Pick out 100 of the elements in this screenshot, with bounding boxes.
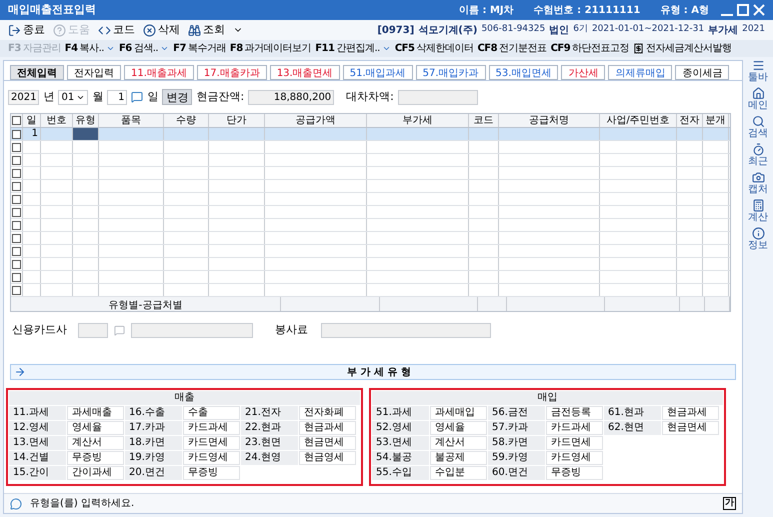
type-name[interactable]: 카드과세	[183, 421, 240, 435]
tab[interactable]: 전자입력	[67, 65, 121, 80]
checkbox[interactable]	[12, 260, 21, 268]
type-code[interactable]: 24.현영	[241, 451, 298, 465]
type-code[interactable]: 60.면건	[488, 466, 545, 480]
tab[interactable]: 17.매출카과	[196, 65, 267, 80]
checkbox[interactable]	[12, 182, 21, 190]
sidebar-button[interactable]: 계산	[748, 199, 768, 223]
input-mode-button[interactable]: 가	[723, 497, 736, 510]
type-name[interactable]: 카드영세	[183, 451, 240, 465]
tab[interactable]: 가산세	[561, 65, 606, 80]
tab[interactable]: 11.매출과세	[124, 65, 194, 80]
type-code[interactable]: 54.불공	[372, 451, 429, 465]
checkbox[interactable]	[12, 168, 21, 178]
type-name[interactable]: 계산서	[430, 436, 487, 450]
type-code[interactable]: 62.현면	[604, 421, 661, 435]
day-field[interactable]: 1	[107, 90, 128, 104]
type-code[interactable]: 11.과세	[9, 406, 66, 420]
service-fee-field[interactable]	[321, 322, 491, 338]
type-code[interactable]: 20.면건	[125, 466, 182, 480]
type-code[interactable]: 15.간이	[9, 466, 66, 480]
type-code[interactable]: 61.현과	[604, 406, 661, 420]
checkbox[interactable]	[12, 116, 21, 125]
tab[interactable]: 57.매입카과	[416, 65, 486, 80]
type-code[interactable]: 17.카과	[125, 421, 182, 435]
function-key-button[interactable]: CF9 하단전표고정	[550, 41, 630, 56]
function-key-button[interactable]: 전자세금계산서발행	[633, 41, 732, 56]
type-name[interactable]: 불공제	[430, 451, 487, 465]
type-name[interactable]: 전자화폐	[299, 406, 356, 420]
checkbox[interactable]	[12, 156, 21, 164]
table-row[interactable]: 1	[11, 128, 730, 141]
sidebar-button[interactable]: 최근	[748, 143, 768, 167]
function-key-button[interactable]: F11 간편집계..	[315, 41, 391, 56]
function-key-button[interactable]: F4 복사..	[64, 41, 115, 56]
sidebar-button[interactable]: 메인	[748, 87, 768, 111]
type-code[interactable]: 23.현면	[241, 436, 298, 450]
type-name[interactable]: 카드영세	[546, 451, 603, 465]
sidebar-button[interactable]: 캡처	[748, 171, 768, 195]
type-name[interactable]: 현금과세	[299, 421, 356, 435]
card-code-field[interactable]	[78, 322, 108, 338]
close-icon[interactable]	[753, 4, 765, 16]
type-name[interactable]: 계산서	[67, 436, 124, 450]
type-code[interactable]: 55.수입	[372, 466, 429, 480]
type-code[interactable]: 51.과세	[372, 406, 429, 420]
type-code[interactable]: 12.영세	[9, 421, 66, 435]
change-button[interactable]: 변경	[162, 89, 192, 105]
type-name[interactable]: 수출	[183, 406, 240, 420]
type-code[interactable]: 18.카면	[125, 436, 182, 450]
card-name-field[interactable]	[131, 322, 253, 338]
type-name[interactable]: 현금면세	[299, 436, 356, 450]
checkbox[interactable]	[12, 246, 21, 256]
tab[interactable]: 53.매입면세	[488, 65, 558, 80]
toolbar-button[interactable]: 코드	[98, 22, 135, 38]
type-name[interactable]: 과세매입	[430, 406, 487, 420]
checkbox[interactable]	[12, 220, 21, 230]
tab[interactable]: 전체입력	[10, 65, 64, 80]
checkbox[interactable]	[12, 272, 21, 282]
year-field[interactable]: 2021	[8, 90, 40, 104]
type-code[interactable]: 53.면세	[372, 436, 429, 450]
checkbox[interactable]	[12, 142, 21, 152]
type-name[interactable]: 카드면세	[183, 436, 240, 450]
type-code[interactable]: 21.전자	[241, 406, 298, 420]
toolbar-button[interactable]: 종료	[8, 22, 45, 38]
checkbox[interactable]	[12, 130, 21, 138]
type-name[interactable]: 카드면세	[546, 436, 603, 450]
tab[interactable]: 의제류매입	[608, 65, 672, 80]
type-name[interactable]: 금전등록	[546, 406, 603, 420]
tab[interactable]: 13.매출면세	[270, 65, 340, 80]
sidebar-button[interactable]: 정보	[748, 227, 768, 251]
tab[interactable]: 종이세금	[675, 65, 730, 80]
checkbox[interactable]	[12, 194, 21, 204]
sidebar-button[interactable]: 검색	[748, 115, 768, 139]
sidebar-button[interactable]: 툴바	[748, 59, 768, 83]
checkbox[interactable]	[12, 234, 21, 242]
toolbar-button[interactable]: 조회	[188, 22, 225, 38]
type-code[interactable]: 14.건별	[9, 451, 66, 465]
function-key-button[interactable]: F8 과거데이터보기	[230, 41, 312, 56]
type-code[interactable]: 16.수출	[125, 406, 182, 420]
type-code[interactable]: 19.카영	[125, 451, 182, 465]
checkbox[interactable]	[12, 208, 21, 216]
function-key-button[interactable]: CF5 삭제한데이터	[394, 41, 474, 56]
toolbar-button[interactable]: 삭제	[143, 22, 180, 38]
type-code[interactable]: 58.카면	[488, 436, 545, 450]
function-key-button[interactable]: F6 검색..	[118, 41, 170, 56]
chat-icon[interactable]	[131, 91, 144, 103]
type-name[interactable]: 무증빙	[183, 466, 240, 480]
type-name[interactable]: 무증빙	[546, 466, 603, 480]
type-name[interactable]: 현금영세	[299, 451, 356, 465]
function-key-button[interactable]: F7 복수거래	[173, 41, 226, 56]
tab[interactable]: 51.매입과세	[342, 65, 413, 80]
maximize-button[interactable]	[737, 4, 749, 16]
type-code[interactable]: 56.금전	[488, 406, 545, 420]
type-name[interactable]: 과세매출	[67, 406, 124, 420]
type-name[interactable]: 영세율	[67, 421, 124, 435]
type-name[interactable]: 현금과세	[662, 406, 719, 420]
type-name[interactable]: 카드과세	[546, 421, 603, 435]
type-code[interactable]: 59.카영	[488, 451, 545, 465]
checkbox[interactable]	[12, 286, 21, 294]
type-name[interactable]: 영세율	[430, 421, 487, 435]
type-name[interactable]: 간이과세	[67, 466, 124, 480]
